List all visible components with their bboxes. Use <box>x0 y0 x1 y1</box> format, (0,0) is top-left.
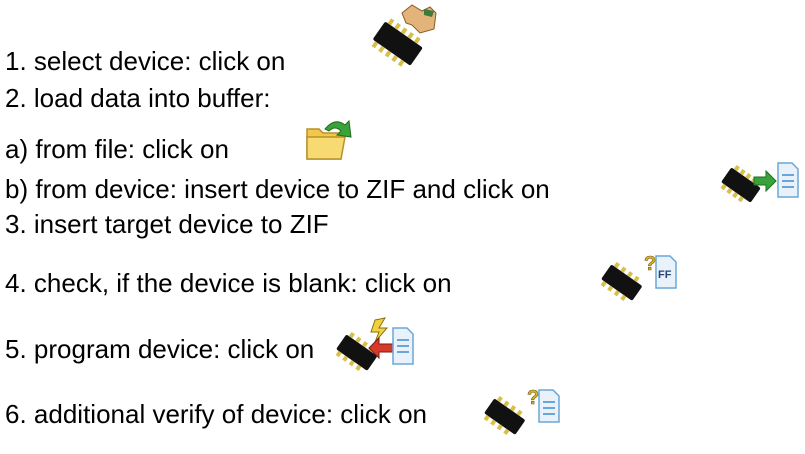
step-a: a) from file: click on <box>5 134 229 164</box>
open-file-icon[interactable] <box>305 117 353 163</box>
step-b: b) from device: insert device to ZIF and… <box>5 174 550 204</box>
svg-text:?: ? <box>644 253 656 275</box>
step-6: 6. additional verify of device: click on <box>5 399 427 429</box>
svg-text:?: ? <box>527 387 539 409</box>
blank-check-label: FF <box>658 269 672 281</box>
step-4: 4. check, if the device is blank: click … <box>5 268 452 298</box>
verify-device-icon[interactable]: ? <box>483 382 563 442</box>
step-1: 1. select device: click on <box>5 46 286 76</box>
read-device-icon[interactable] <box>720 157 800 213</box>
select-device-icon[interactable] <box>368 3 438 71</box>
step-2: 2. load data into buffer: <box>5 83 271 113</box>
program-device-icon[interactable] <box>335 316 415 378</box>
step-3: 3. insert target device to ZIF <box>5 209 329 239</box>
step-5: 5. program device: click on <box>5 334 315 364</box>
blank-check-icon[interactable]: ? FF <box>600 248 680 308</box>
